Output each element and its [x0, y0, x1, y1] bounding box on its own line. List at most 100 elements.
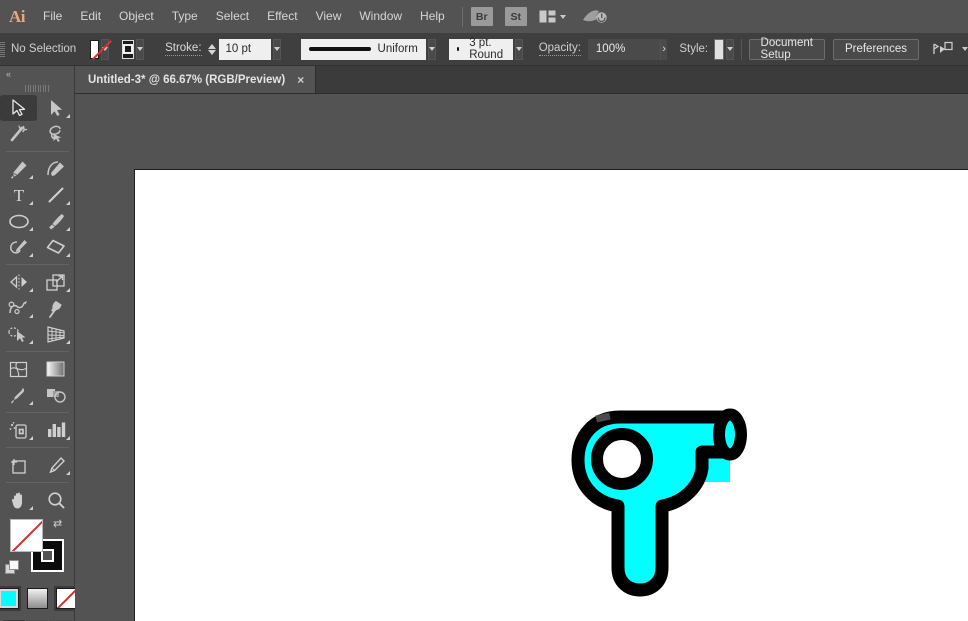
- paintbrush-tool[interactable]: [37, 208, 74, 234]
- curvature-tool[interactable]: [37, 156, 74, 182]
- double-chevron-left-icon: «: [6, 69, 10, 79]
- lasso-tool[interactable]: [37, 121, 74, 147]
- tools-grid: T: [0, 95, 75, 513]
- fill-swatch[interactable]: [90, 40, 99, 59]
- zoom-tool[interactable]: [37, 487, 74, 513]
- perspective-grid-tool[interactable]: [37, 321, 74, 347]
- menu-file[interactable]: File: [34, 0, 71, 33]
- tools-divider: [6, 482, 69, 483]
- magic-wand-tool[interactable]: [0, 121, 37, 147]
- style-label: Style:: [679, 43, 708, 55]
- svg-text:T: T: [13, 186, 24, 204]
- brush-chevron-down-icon[interactable]: [515, 39, 523, 60]
- shape-builder-tool[interactable]: [0, 321, 37, 347]
- opacity-expand-arrow-icon[interactable]: ›: [660, 39, 667, 60]
- line-segment-tool[interactable]: [37, 182, 74, 208]
- direct-selection-tool[interactable]: [37, 95, 74, 121]
- graphic-style-swatch[interactable]: [714, 39, 724, 60]
- color-mode-bar: [0, 586, 74, 611]
- ellipse-tool[interactable]: [0, 208, 37, 234]
- opacity-label: Opacity:: [539, 42, 581, 56]
- tools-panel: «: [0, 66, 75, 621]
- eraser-tool[interactable]: [37, 234, 74, 260]
- stock-button[interactable]: St: [505, 7, 527, 26]
- menu-window[interactable]: Window: [350, 0, 411, 33]
- type-tool[interactable]: T: [0, 182, 37, 208]
- canvas-area[interactable]: [75, 94, 968, 621]
- tools-panel-collapse-button[interactable]: «: [0, 66, 74, 82]
- stroke-profile-chevron-down-icon[interactable]: [428, 39, 436, 60]
- artboard-tool[interactable]: [0, 452, 37, 478]
- stroke-chevron-down-icon[interactable]: [136, 39, 144, 60]
- opacity-input[interactable]: 100%: [588, 39, 660, 60]
- color-mode-button[interactable]: [0, 586, 21, 611]
- stroke-profile-select[interactable]: Uniform: [301, 39, 426, 60]
- brush-preview-icon: [457, 47, 459, 51]
- tools-divider: [6, 351, 69, 352]
- arrange-documents-icon[interactable]: [539, 10, 556, 23]
- document-tab-title: Untitled-3* @ 66.67% (RGB/Preview): [88, 74, 285, 86]
- rotate-reflect-tool[interactable]: [0, 269, 37, 295]
- pen-tool[interactable]: [0, 156, 37, 182]
- stroke-weight-chevron-down-icon[interactable]: [273, 39, 281, 60]
- tools-divider: [6, 412, 69, 413]
- symbol-sprayer-tool[interactable]: [0, 417, 37, 443]
- artboard[interactable]: [134, 169, 968, 621]
- rocket-sync-icon[interactable]: [582, 8, 608, 25]
- document-tab[interactable]: Untitled-3* @ 66.67% (RGB/Preview) ×: [75, 66, 316, 93]
- style-chevron-down-icon[interactable]: [726, 39, 734, 60]
- width-warp-tool[interactable]: [0, 295, 37, 321]
- brush-definition-label: 3 pt. Round: [469, 37, 505, 61]
- preferences-button[interactable]: Preferences: [833, 39, 919, 60]
- swap-fill-stroke-icon[interactable]: ⇄: [53, 517, 67, 531]
- shaper-pencil-tool[interactable]: [0, 234, 37, 260]
- stroke-profile-label: Uniform: [378, 43, 418, 55]
- menu-bar: Ai File Edit Object Type Select Effect V…: [0, 0, 968, 33]
- menu-view[interactable]: View: [307, 0, 351, 33]
- uniform-profile-icon: [309, 47, 371, 51]
- selection-status-label: No Selection: [11, 43, 76, 55]
- menubar-divider: [462, 7, 463, 27]
- fill-none-slash-icon: [11, 519, 43, 552]
- stroke-weight-stepper[interactable]: [208, 44, 216, 55]
- align-chevron-down-icon[interactable]: [962, 47, 968, 51]
- bridge-button[interactable]: Br: [471, 7, 493, 26]
- free-transform-tool[interactable]: [37, 295, 74, 321]
- fill-stroke-controls: ⇄: [0, 516, 75, 580]
- mesh-tool[interactable]: [0, 356, 37, 382]
- document-setup-button[interactable]: Document Setup: [749, 39, 825, 60]
- default-fill-stroke-icon[interactable]: [5, 560, 20, 575]
- eyedropper-tool[interactable]: [0, 382, 37, 408]
- menu-effect[interactable]: Effect: [258, 0, 306, 33]
- menu-edit[interactable]: Edit: [71, 0, 110, 33]
- blend-tool[interactable]: [37, 382, 74, 408]
- align-to-selection-icon[interactable]: [932, 41, 954, 57]
- slice-tool[interactable]: [37, 452, 74, 478]
- fill-color-indicator[interactable]: [10, 519, 43, 552]
- brush-definition-select[interactable]: 3 pt. Round: [449, 39, 513, 60]
- app-logo: Ai: [0, 0, 34, 33]
- tools-divider: [6, 447, 69, 448]
- stroke-swatch[interactable]: [122, 40, 134, 59]
- gradient-tool[interactable]: [37, 356, 74, 382]
- control-bar: No Selection Stroke: 10 pt Uniform 3 pt.…: [0, 33, 968, 66]
- scale-shear-tool[interactable]: [37, 269, 74, 295]
- hair-dryer-artwork[interactable]: [560, 390, 770, 605]
- tools-panel-grip[interactable]: [0, 82, 74, 95]
- illustrator-window: Ai File Edit Object Type Select Effect V…: [0, 0, 968, 621]
- arrange-chevron-down-icon[interactable]: [560, 15, 566, 19]
- close-icon[interactable]: ×: [297, 74, 304, 86]
- tools-divider: [6, 151, 69, 152]
- control-bar-grip[interactable]: [0, 33, 5, 66]
- gradient-mode-button[interactable]: [25, 586, 50, 611]
- menu-object[interactable]: Object: [110, 0, 163, 33]
- menu-type[interactable]: Type: [163, 0, 207, 33]
- hand-tool[interactable]: [0, 487, 37, 513]
- selection-tool[interactable]: [0, 95, 37, 121]
- tools-divider: [6, 264, 69, 265]
- stroke-weight-input[interactable]: 10 pt: [219, 39, 271, 60]
- menu-help[interactable]: Help: [411, 0, 454, 33]
- column-graph-tool[interactable]: [37, 417, 74, 443]
- menu-select[interactable]: Select: [207, 0, 258, 33]
- stroke-weight-label: Stroke:: [165, 42, 201, 56]
